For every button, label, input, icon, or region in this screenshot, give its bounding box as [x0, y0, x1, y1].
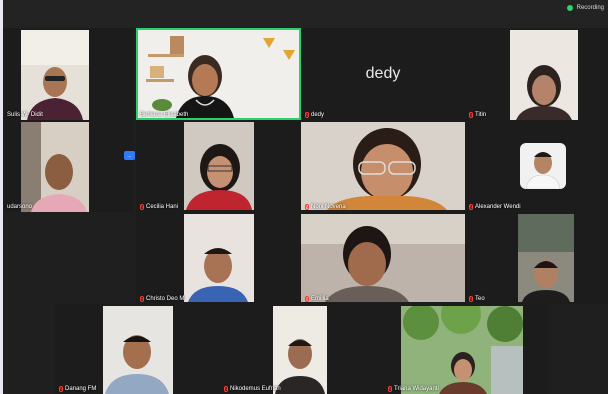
participant-video-image: [138, 30, 299, 118]
participant-name-tag: Alexander Wendi: [469, 204, 521, 210]
recording-label: Recording: [576, 4, 604, 11]
mic-muted-icon: [224, 386, 228, 392]
participant-video-image: [301, 122, 465, 210]
participant-name: Emillia: [311, 296, 329, 302]
mic-muted-icon: [305, 296, 309, 302]
participant-name: Danang FM: [65, 386, 97, 392]
participant-video-image: [184, 214, 254, 302]
participant-name: Triana Widayanti: [394, 386, 439, 392]
participant-video-image: [518, 214, 574, 302]
participant-name-tag: Nikodemus Eufrian: [224, 386, 281, 392]
participant-name: Nikodemus Eufrian: [230, 386, 281, 392]
participant-tile-teo[interactable]: Teo: [465, 212, 608, 304]
mic-muted-icon: [469, 296, 473, 302]
participant-name: udarsono: [7, 204, 33, 210]
participant-tile-dedy[interactable]: dedy dedy: [301, 28, 465, 120]
participant-tile-titin[interactable]: Titin: [465, 28, 608, 120]
participant-name-tag: Berliana Elisabeth: [140, 112, 188, 118]
mic-muted-icon: [305, 204, 309, 210]
participant-name-tag: udarsono: [7, 204, 32, 210]
participant-name-tag: Triana Widayanti: [388, 386, 439, 392]
mic-muted-icon: [305, 112, 309, 118]
participant-video: [518, 214, 574, 302]
participant-video: [103, 306, 173, 394]
mic-muted-icon: [469, 204, 473, 210]
mic-muted-icon: [59, 386, 63, 392]
participant-tile-noni[interactable]: Noni Novena: [301, 120, 465, 212]
participant-video-image: [21, 30, 89, 120]
mic-muted-icon: [388, 386, 392, 392]
top-bar: Recording: [3, 0, 608, 28]
participant-name-tag: Emillia: [305, 296, 329, 302]
gallery-view: Sulis W- Didit Berliana Elisabeth dedy d…: [3, 28, 608, 394]
participant-name-tag: Sulis W- Didit: [7, 112, 43, 118]
participant-video: [21, 122, 89, 212]
participant-tile-christo[interactable]: Christo Deo M: [136, 212, 301, 304]
mic-muted-icon: [140, 204, 144, 210]
participant-video-image: [21, 122, 89, 212]
badge-label: ...: [127, 152, 132, 159]
participant-video: [184, 214, 254, 302]
participant-tile-triana[interactable]: Triana Widayanti: [384, 304, 548, 394]
participant-video: [301, 214, 465, 302]
participant-video: [21, 30, 89, 120]
participant-video: [184, 122, 254, 210]
participant-video: [510, 30, 578, 120]
participant-name: Sulis W- Didit: [7, 112, 43, 118]
participant-video-image: [103, 306, 173, 394]
participant-video-image: [184, 122, 254, 210]
participant-name: Noni Novena: [311, 204, 346, 210]
mic-muted-icon: [469, 112, 473, 118]
participant-name-tag: Cecilia Hani: [140, 204, 178, 210]
participant-name: Cecilia Hani: [146, 204, 179, 210]
participant-name: Teo: [475, 296, 485, 302]
recording-dot-icon: [566, 4, 573, 11]
participant-name: Christo Deo M: [146, 296, 185, 302]
participant-video: [273, 306, 327, 394]
participant-name: Alexander Wendi: [475, 204, 521, 210]
participant-tile-emillia[interactable]: Emillia: [301, 212, 465, 304]
participant-tile-cecilia[interactable]: Cecilia Hani: [136, 120, 301, 212]
participant-video: [301, 122, 465, 210]
participant-video: [401, 306, 523, 394]
participant-video-image: [273, 306, 327, 394]
participant-tile-berliana[interactable]: Berliana Elisabeth: [136, 28, 301, 120]
participant-avatar-image: [520, 143, 566, 189]
participant-name: dedy: [311, 112, 325, 118]
participant-name-tag: Titin: [469, 112, 486, 118]
participant-video: [138, 30, 299, 118]
recording-indicator[interactable]: Recording: [566, 3, 604, 12]
participant-name: Titin: [475, 112, 487, 118]
participant-video-image: [401, 306, 523, 394]
participant-tile-sudarsono[interactable]: udarsono: [3, 120, 134, 212]
participant-name-tag: dedy: [305, 112, 324, 118]
participant-video-image: [510, 30, 578, 120]
participant-avatar: [520, 143, 566, 189]
participant-video-image: [301, 214, 465, 302]
participant-name: Berliana Elisabeth: [140, 112, 189, 118]
more-options-badge[interactable]: ...: [124, 151, 135, 160]
participant-name-tag: Noni Novena: [305, 204, 346, 210]
participant-name-tag: Danang FM: [59, 386, 96, 392]
mic-muted-icon: [140, 296, 144, 302]
participant-display-name: dedy: [365, 65, 401, 82]
participant-tile-alexander[interactable]: Alexander Wendi: [465, 120, 608, 212]
participant-tile-nikodemus[interactable]: Nikodemus Eufrian: [220, 304, 384, 394]
participant-tile-sulis[interactable]: Sulis W- Didit: [3, 28, 134, 120]
participant-name-tag: Teo: [469, 296, 485, 302]
participant-name-tag: Christo Deo M: [140, 296, 184, 302]
participant-tile-danang[interactable]: Danang FM: [55, 304, 220, 394]
